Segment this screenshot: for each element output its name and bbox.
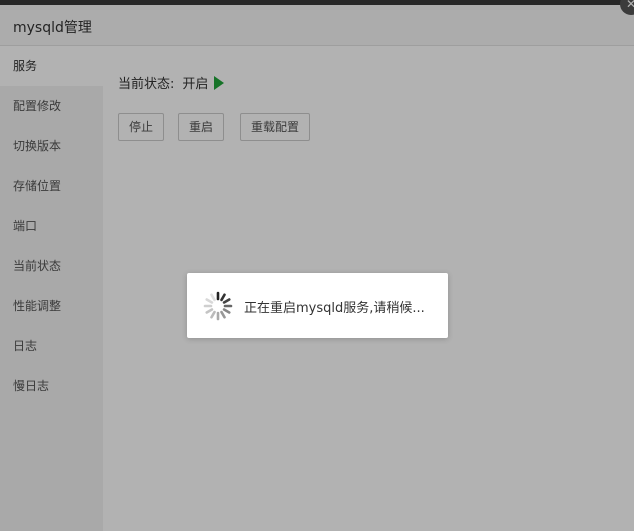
modal-overlay bbox=[0, 0, 634, 531]
screen: mysqld管理 ✕ 服务 配置修改 切换版本 存储位置 端口 当前状态 性能调… bbox=[0, 0, 634, 531]
spinner-icon bbox=[203, 291, 233, 321]
loading-dialog: 正在重启mysqld服务,请稍候... bbox=[187, 273, 448, 338]
loading-message: 正在重启mysqld服务,请稍候... bbox=[244, 301, 425, 316]
